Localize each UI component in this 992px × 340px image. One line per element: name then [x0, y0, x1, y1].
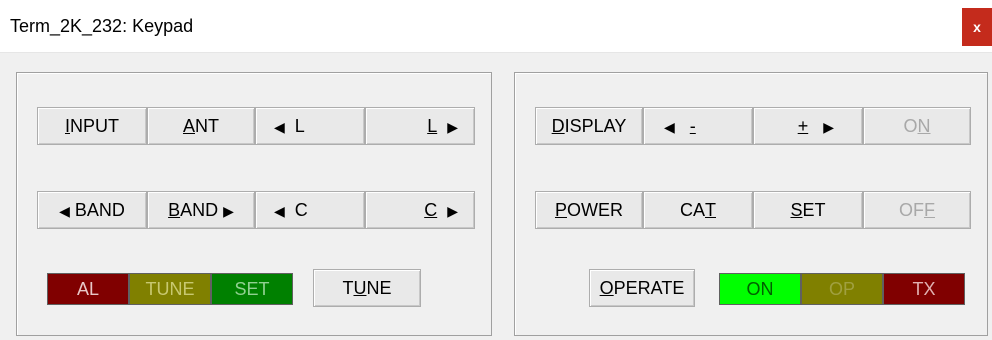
tune-button[interactable]: T U NE: [313, 269, 421, 307]
left-arrow-icon: ◀: [664, 118, 675, 135]
display-button[interactable]: D ISPLAY: [535, 107, 643, 145]
al-indicator-label: AL: [76, 278, 100, 299]
power-label: OWER: [567, 199, 623, 220]
operate-label: PERATE: [613, 277, 685, 298]
l-increase-button[interactable]: L ▶: [365, 107, 475, 145]
close-button[interactable]: x: [962, 8, 992, 46]
c-decrease-button[interactable]: ◀ C: [255, 191, 365, 229]
on-button[interactable]: ON: [863, 107, 971, 145]
keypad-window: Term_2K_232: Keypad x I NPUT A NT ◀ L L ▶ …: [0, 0, 992, 340]
plus-button[interactable]: + ▶: [753, 107, 863, 145]
title-bar[interactable]: Term_2K_232: Keypad x: [0, 0, 992, 53]
power-hotkey: P: [554, 199, 567, 220]
operate-hotkey: O: [599, 277, 614, 298]
band-up-label: AND: [180, 199, 219, 220]
tx-indicator: TX: [883, 273, 965, 305]
set-button[interactable]: S ET: [753, 191, 863, 229]
right-arrow-icon: ▶: [223, 202, 234, 219]
display-hotkey: D: [551, 115, 565, 136]
off-hotkey: F: [924, 199, 935, 220]
amplifier-tuner-panel: I NPUT A NT ◀ L L ▶ ◀ BAND B AND ▶ ◀ C C ▶ …: [16, 72, 492, 336]
input-label: NPUT: [70, 115, 119, 136]
band-up-hotkey: B: [168, 199, 181, 220]
right-arrow-icon: ▶: [823, 118, 834, 135]
on-indicator-label: ON: [746, 278, 774, 299]
on-indicator: ON: [719, 273, 801, 305]
l-decrease-button[interactable]: ◀ L: [255, 107, 365, 145]
minus-button[interactable]: ◀ -: [643, 107, 753, 145]
on-hotkey: N: [917, 115, 931, 136]
left-arrow-icon: ◀: [274, 202, 285, 219]
al-indicator: AL: [47, 273, 129, 305]
input-button[interactable]: I NPUT: [37, 107, 147, 145]
tune-label-end: NE: [366, 277, 392, 298]
c-increase-button[interactable]: C ▶: [365, 191, 475, 229]
off-button[interactable]: OF F: [863, 191, 971, 229]
window-title: Term_2K_232: Keypad: [10, 16, 194, 36]
l-decrease-label: L: [294, 115, 305, 136]
tune-hotkey: U: [353, 277, 367, 298]
tune-label-start: T: [342, 277, 354, 298]
close-icon: x: [973, 19, 981, 35]
tune-indicator: TUNE: [129, 273, 211, 305]
operate-panel: D ISPLAY ◀ - + ▶ ON P OWER CA T S ET OF F O PE…: [514, 72, 988, 336]
ant-hotkey: A: [182, 115, 195, 136]
display-label: ISPLAY: [564, 115, 627, 136]
cat-hotkey: T: [705, 199, 716, 220]
op-indicator-label: OP: [828, 278, 855, 299]
set-indicator-label: SET: [234, 278, 270, 299]
tune-indicator-label: TUNE: [145, 278, 195, 299]
l-increase-label: L: [427, 115, 438, 136]
left-arrow-icon: ◀: [274, 118, 285, 135]
off-label-start: OF: [899, 199, 924, 220]
on-label-start: O: [903, 115, 918, 136]
set-hotkey: S: [790, 199, 803, 220]
band-down-label: BAND: [74, 199, 125, 220]
operate-button[interactable]: O PERATE: [589, 269, 695, 307]
right-arrow-icon: ▶: [447, 202, 458, 219]
minus-label: -: [689, 115, 696, 136]
plus-label: +: [797, 115, 809, 136]
c-increase-label: C: [424, 199, 438, 220]
band-up-button[interactable]: B AND ▶: [147, 191, 255, 229]
tx-indicator-label: TX: [912, 278, 936, 299]
c-decrease-label: C: [294, 199, 308, 220]
right-arrow-icon: ▶: [447, 118, 458, 135]
ant-button[interactable]: A NT: [147, 107, 255, 145]
band-down-button[interactable]: ◀ BAND: [37, 191, 147, 229]
op-indicator: OP: [801, 273, 883, 305]
ant-label: NT: [195, 115, 219, 136]
cat-label-start: CA: [679, 199, 705, 220]
left-arrow-icon: ◀: [59, 202, 70, 219]
set-label: ET: [802, 199, 826, 220]
power-button[interactable]: P OWER: [535, 191, 643, 229]
set-indicator: SET: [211, 273, 293, 305]
cat-button[interactable]: CA T: [643, 191, 753, 229]
